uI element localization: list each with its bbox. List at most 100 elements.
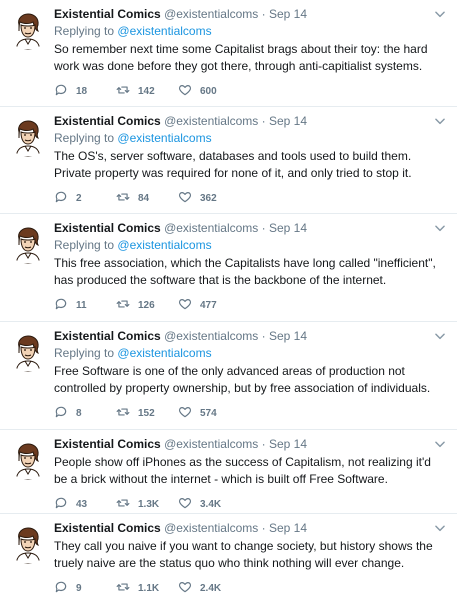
separator-dot: · <box>261 221 266 235</box>
author-handle[interactable]: @existentialcoms <box>164 114 258 128</box>
chevron-down-icon[interactable] <box>433 114 447 128</box>
tweet-actions: 8 152 574 <box>54 405 447 421</box>
tweet-date[interactable]: Sep 14 <box>269 114 307 128</box>
retweet-icon <box>116 405 138 422</box>
chevron-down-icon[interactable] <box>433 221 447 235</box>
like-button[interactable]: 2.4K <box>178 580 234 597</box>
author-handle[interactable]: @existentialcoms <box>164 329 258 343</box>
tweet[interactable]: Existential Comics @existentialcoms · Se… <box>0 430 457 514</box>
heart-icon <box>178 297 200 314</box>
heart-icon <box>178 83 200 100</box>
replying-to-link[interactable]: @existentialcoms <box>117 238 211 252</box>
author-name[interactable]: Existential Comics <box>54 221 161 235</box>
reply-count: 43 <box>76 498 88 510</box>
reply-icon <box>54 83 76 100</box>
reply-button[interactable]: 11 <box>54 297 110 314</box>
reply-count: 11 <box>76 299 87 311</box>
replying-to: Replying to @existentialcoms <box>54 23 447 40</box>
like-button[interactable]: 574 <box>178 405 234 422</box>
replying-prefix: Replying to <box>54 131 115 145</box>
retweet-count: 126 <box>138 299 155 311</box>
replying-to-link[interactable]: @existentialcoms <box>117 346 211 360</box>
retweet-count: 152 <box>138 407 155 419</box>
tweet[interactable]: Existential Comics @existentialcoms · Se… <box>0 514 457 600</box>
like-button[interactable]: 600 <box>178 83 234 100</box>
tweet-header: Existential Comics @existentialcoms · Se… <box>54 113 447 130</box>
replying-prefix: Replying to <box>54 24 115 38</box>
reply-button[interactable]: 8 <box>54 405 110 422</box>
like-button[interactable]: 477 <box>178 297 234 314</box>
reply-button[interactable]: 2 <box>54 190 110 207</box>
tweet-text: So remember next time some Capitalist br… <box>54 42 428 73</box>
reply-button[interactable]: 9 <box>54 580 110 597</box>
tweet-actions: 18 142 600 <box>54 83 447 99</box>
like-button[interactable]: 3.4K <box>178 496 234 513</box>
tweet[interactable]: Existential Comics @existentialcoms · Se… <box>0 214 457 322</box>
reply-icon <box>54 297 76 314</box>
tweet-date[interactable]: Sep 14 <box>269 329 307 343</box>
like-count: 3.4K <box>200 498 222 510</box>
author-name[interactable]: Existential Comics <box>54 114 161 128</box>
retweet-icon <box>116 496 138 513</box>
chevron-down-icon[interactable] <box>433 7 447 21</box>
chevron-down-icon[interactable] <box>433 521 447 535</box>
tweet-actions: 11 126 477 <box>54 297 447 313</box>
reply-count: 2 <box>76 192 82 204</box>
avatar[interactable] <box>8 224 48 264</box>
reply-icon <box>54 496 76 513</box>
tweet-text: Free Software is one of the only advance… <box>54 364 431 395</box>
reply-count: 18 <box>76 85 88 97</box>
retweet-button[interactable]: 1.3K <box>116 496 172 513</box>
chevron-down-icon[interactable] <box>433 329 447 343</box>
avatar[interactable] <box>8 440 48 480</box>
author-handle[interactable]: @existentialcoms <box>164 221 258 235</box>
retweet-icon <box>116 190 138 207</box>
reply-button[interactable]: 43 <box>54 496 110 513</box>
heart-icon <box>178 496 200 513</box>
heart-icon <box>178 580 200 597</box>
author-name[interactable]: Existential Comics <box>54 7 161 21</box>
tweet-date[interactable]: Sep 14 <box>269 521 307 535</box>
tweet[interactable]: Existential Comics @existentialcoms · Se… <box>0 0 457 107</box>
author-name[interactable]: Existential Comics <box>54 521 161 535</box>
reply-count: 9 <box>76 582 82 594</box>
avatar[interactable] <box>8 524 48 564</box>
like-button[interactable]: 362 <box>178 190 234 207</box>
replying-to: Replying to @existentialcoms <box>54 237 447 254</box>
retweet-count: 142 <box>138 85 155 97</box>
author-handle[interactable]: @existentialcoms <box>164 7 258 21</box>
tweet-date[interactable]: Sep 14 <box>269 437 307 451</box>
tweet-header: Existential Comics @existentialcoms · Se… <box>54 520 447 537</box>
like-count: 2.4K <box>200 582 222 594</box>
chevron-down-icon[interactable] <box>433 437 447 451</box>
replying-to-link[interactable]: @existentialcoms <box>117 131 211 145</box>
tweet[interactable]: Existential Comics @existentialcoms · Se… <box>0 322 457 430</box>
separator-dot: · <box>261 329 266 343</box>
retweet-count: 1.1K <box>138 582 160 594</box>
author-name[interactable]: Existential Comics <box>54 329 161 343</box>
retweet-button[interactable]: 84 <box>116 190 172 207</box>
like-count: 574 <box>200 407 217 419</box>
tweet-header: Existential Comics @existentialcoms · Se… <box>54 220 447 237</box>
avatar[interactable] <box>8 332 48 372</box>
retweet-button[interactable]: 152 <box>116 405 172 422</box>
tweet-date[interactable]: Sep 14 <box>269 7 307 21</box>
avatar[interactable] <box>8 10 48 50</box>
author-handle[interactable]: @existentialcoms <box>164 437 258 451</box>
reply-button[interactable]: 18 <box>54 83 110 100</box>
retweet-button[interactable]: 142 <box>116 83 172 100</box>
author-name[interactable]: Existential Comics <box>54 437 161 451</box>
avatar[interactable] <box>8 117 48 157</box>
like-count: 362 <box>200 192 217 204</box>
tweet-header: Existential Comics @existentialcoms · Se… <box>54 6 447 23</box>
retweet-button[interactable]: 126 <box>116 297 172 314</box>
retweet-icon <box>116 83 138 100</box>
tweet[interactable]: Existential Comics @existentialcoms · Se… <box>0 107 457 214</box>
tweet-date[interactable]: Sep 14 <box>269 221 307 235</box>
author-handle[interactable]: @existentialcoms <box>164 521 258 535</box>
reply-icon <box>54 190 76 207</box>
retweet-button[interactable]: 1.1K <box>116 580 172 597</box>
tweet-header: Existential Comics @existentialcoms · Se… <box>54 328 447 345</box>
replying-to: Replying to @existentialcoms <box>54 130 447 147</box>
replying-to-link[interactable]: @existentialcoms <box>117 24 211 38</box>
